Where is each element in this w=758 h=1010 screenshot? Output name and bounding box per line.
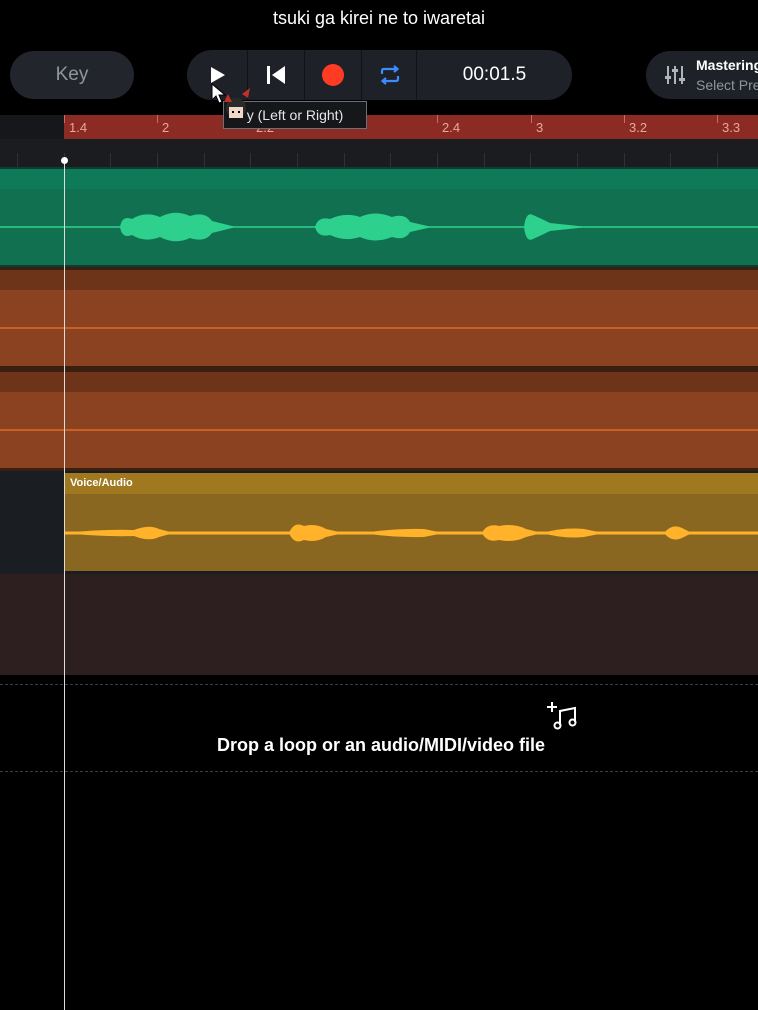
waveform xyxy=(0,327,758,329)
track-lane: Voice/Audio xyxy=(0,471,758,574)
time-display: 00:01.5 xyxy=(462,64,527,85)
cursor-icon xyxy=(211,82,250,118)
playhead-handle[interactable] xyxy=(61,157,68,164)
beat-grid xyxy=(0,139,758,167)
skip-to-start-button[interactable] xyxy=(248,50,304,100)
mastering-preset: Select Preset xyxy=(696,77,758,93)
record-button[interactable] xyxy=(305,50,361,100)
mastering-button[interactable]: Mastering Select Preset xyxy=(646,51,758,99)
track-lane xyxy=(0,369,758,471)
timeline-ruler[interactable]: 1.4 2 2.2 2.4 3 3.2 3.3 xyxy=(64,115,758,139)
ruler-label: 1.4 xyxy=(69,120,88,135)
mixer-icon xyxy=(665,66,685,84)
waveform xyxy=(0,429,758,431)
record-icon xyxy=(322,64,344,86)
drop-zone-text: Drop a loop or an audio/MIDI/video file xyxy=(216,735,546,755)
ruler-label: 3.3 xyxy=(722,120,741,135)
waveform xyxy=(0,212,758,242)
drop-zone[interactable]: Drop a loop or an audio/MIDI/video file xyxy=(0,684,758,772)
track-lane xyxy=(0,267,758,369)
skip-back-icon xyxy=(267,66,285,84)
project-title: tsuki ga kirei ne to iwaretai xyxy=(272,8,486,28)
loop-icon xyxy=(380,65,399,85)
key-button[interactable]: Key xyxy=(10,51,134,99)
audio-clip[interactable] xyxy=(0,270,758,366)
audio-clip[interactable] xyxy=(0,169,758,265)
ruler-label: 3.2 xyxy=(629,120,648,135)
loop-button[interactable] xyxy=(362,50,417,100)
playhead[interactable] xyxy=(64,160,65,1010)
mastering-label: Mastering xyxy=(696,57,758,73)
ruler-gutter xyxy=(0,115,64,139)
empty-track-lane[interactable] xyxy=(0,574,758,675)
ruler-label: 2 xyxy=(162,120,170,135)
ruler-label: 2.4 xyxy=(442,120,461,135)
audio-clip[interactable] xyxy=(0,372,758,468)
voice-audio-clip[interactable]: Voice/Audio xyxy=(64,473,758,571)
ruler-label: 3 xyxy=(536,120,544,135)
waveform xyxy=(64,524,758,542)
track-lane xyxy=(0,167,758,267)
add-music-icon xyxy=(547,702,577,730)
